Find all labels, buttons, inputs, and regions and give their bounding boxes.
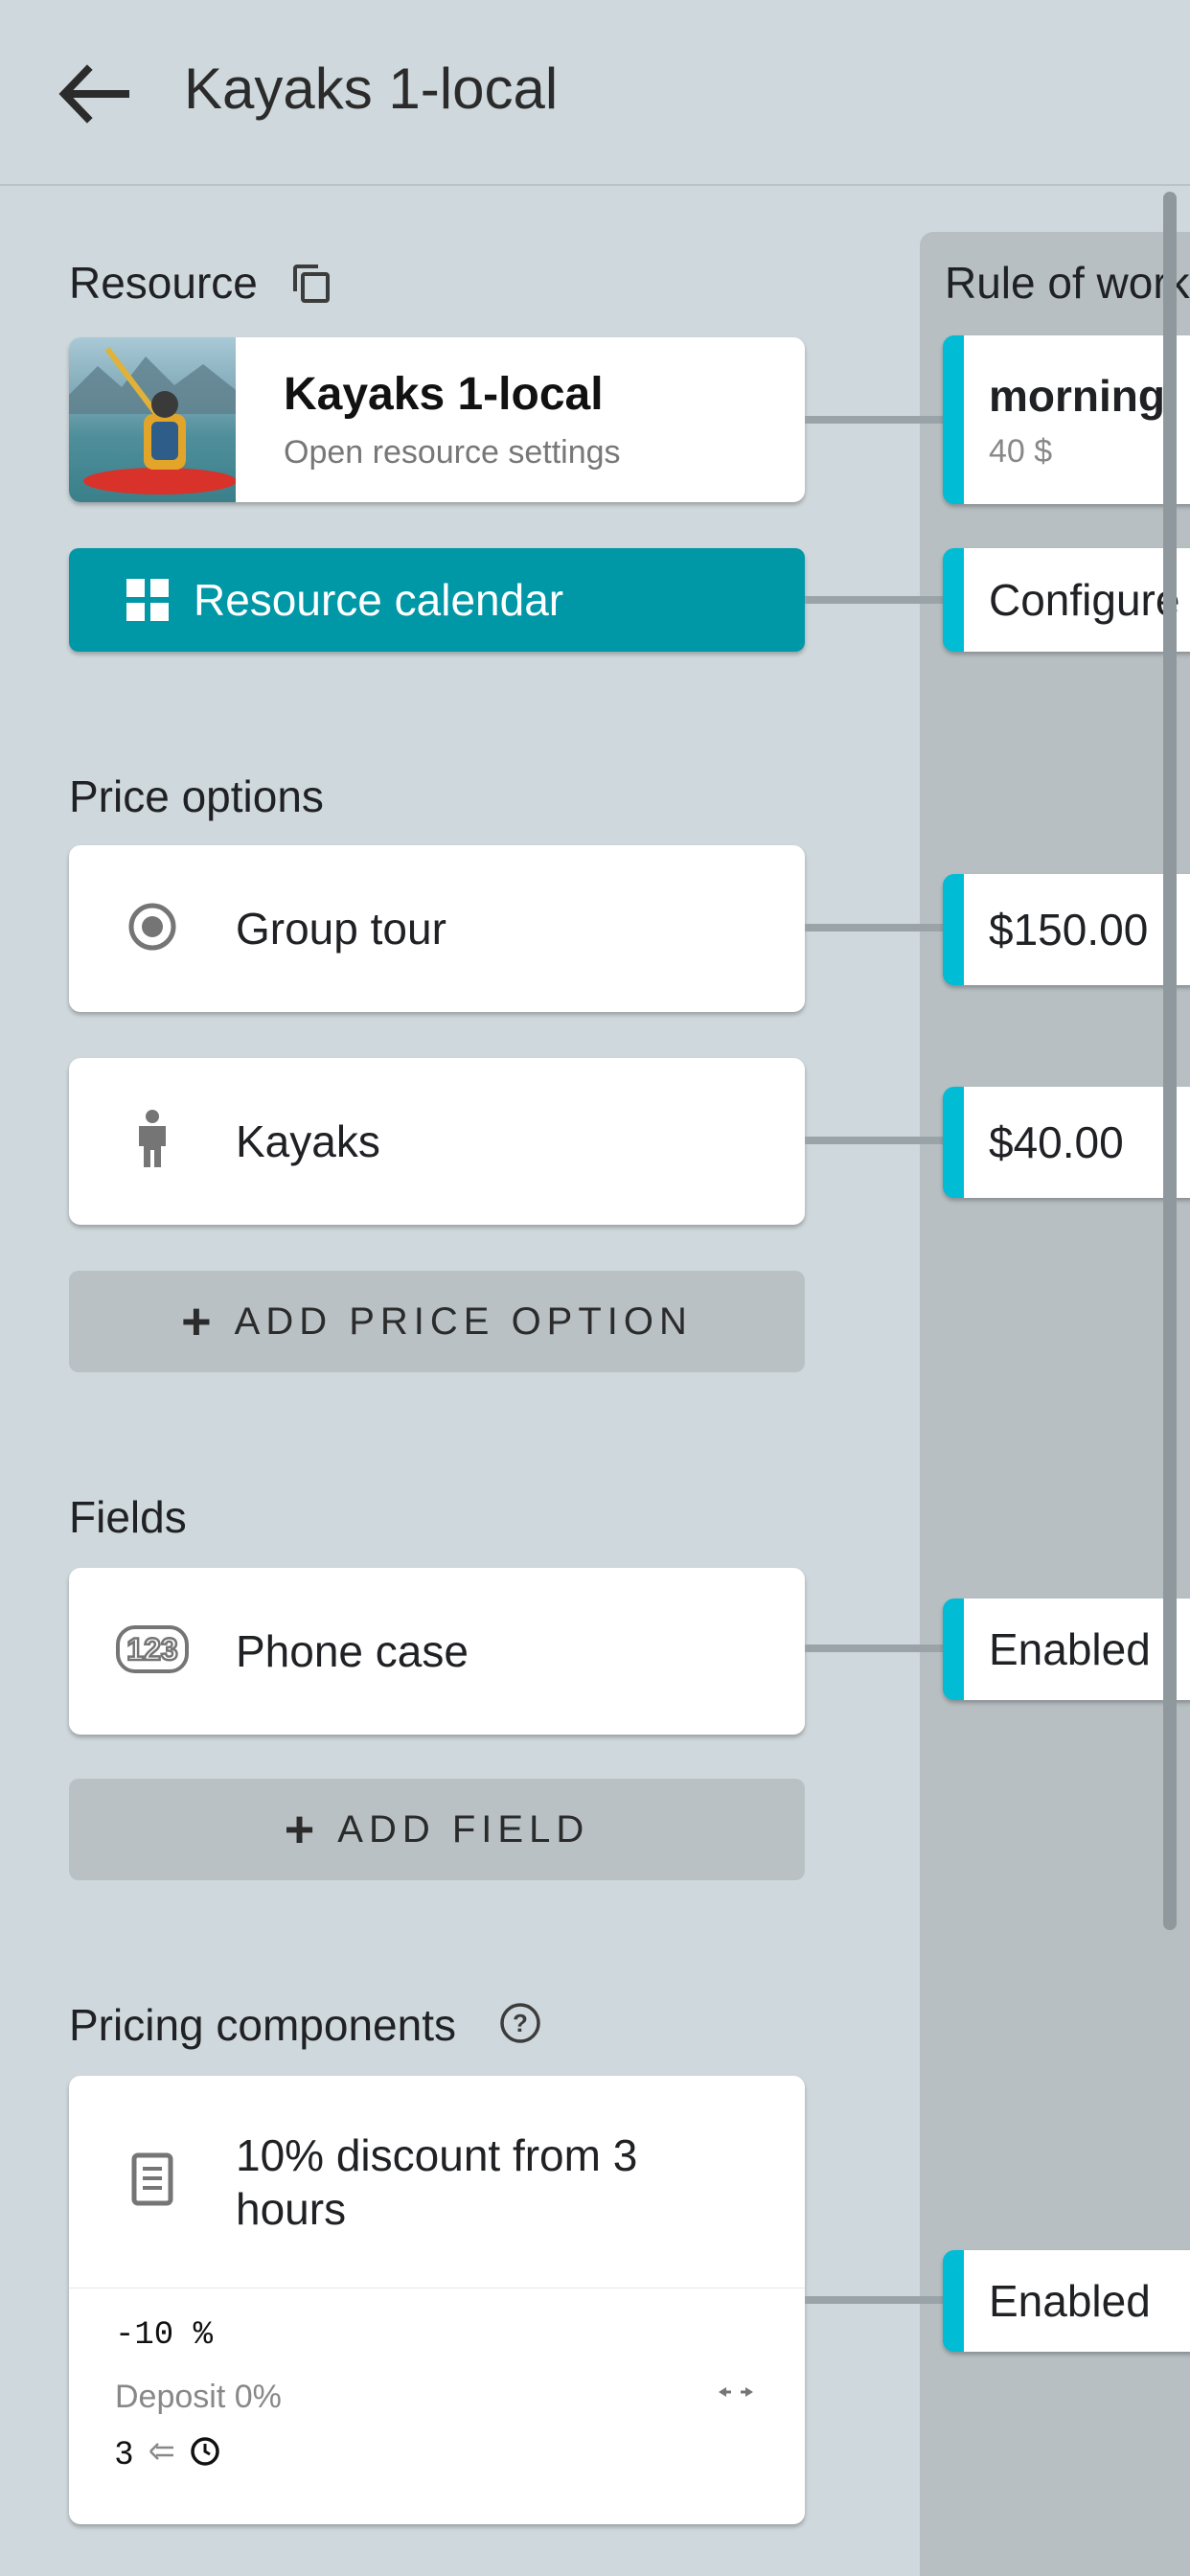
connector-line	[805, 924, 945, 932]
copy-icon[interactable]	[287, 259, 335, 307]
person-icon	[133, 1109, 172, 1174]
plus-icon: +	[181, 1293, 212, 1350]
rule-card-title: morning	[989, 371, 1165, 421]
rule-card-morning[interactable]: morning 40 $	[943, 335, 1190, 504]
connector-line	[805, 1644, 945, 1652]
grid-icon	[125, 577, 171, 623]
price-option-kayaks[interactable]: Kayaks	[69, 1058, 805, 1225]
rule-card-subtitle: 40 $	[989, 433, 1053, 470]
resource-calendar-button[interactable]: Resource calendar	[69, 548, 805, 652]
svg-text:?: ?	[513, 2009, 528, 2037]
rule-panel-title: Rule of work	[945, 258, 1190, 308]
pricing-component-card[interactable]: 10% discount from 3 hours -10 % Deposit …	[69, 2076, 805, 2524]
pricing-components-label: Pricing components	[69, 2000, 456, 2050]
add-price-option-label: ADD PRICE OPTION	[234, 1300, 693, 1343]
rule-card-title: Configure	[989, 575, 1180, 625]
connector-line	[805, 2296, 945, 2304]
rule-card-field[interactable]: Enabled	[943, 1598, 1190, 1700]
document-icon	[131, 2152, 173, 2211]
back-button[interactable]	[50, 58, 136, 134]
numeric-123-icon: 123	[116, 1624, 189, 1678]
resource-calendar-label: Resource calendar	[194, 575, 564, 625]
condition-value: 3	[115, 2435, 133, 2472]
rule-card-price-kayaks[interactable]: $40.00	[943, 1087, 1190, 1198]
connector-line	[805, 416, 945, 424]
top-app-bar: Kayaks 1-local	[0, 0, 1190, 186]
plus-icon: +	[284, 1801, 315, 1858]
price-option-label: Group tour	[236, 904, 446, 954]
connector-line	[805, 596, 945, 604]
rule-card-configure[interactable]: Configure	[943, 548, 1190, 652]
add-field-label: ADD FIELD	[337, 1807, 590, 1851]
rule-card-price-group[interactable]: $150.00	[943, 874, 1190, 985]
add-price-option-button[interactable]: + ADD PRICE OPTION	[69, 1271, 805, 1372]
clock-icon	[189, 2435, 221, 2472]
page-title: Kayaks 1-local	[184, 57, 559, 121]
connector-line	[805, 1137, 945, 1144]
add-field-button[interactable]: + ADD FIELD	[69, 1779, 805, 1880]
rule-card-pricing[interactable]: Enabled	[943, 2250, 1190, 2352]
pricing-component-title: 10% discount from 3 hours	[236, 2129, 638, 2234]
resource-card-subtitle: Open resource settings	[284, 434, 621, 471]
resource-card[interactable]: Kayaks 1-local Open resource settings	[69, 337, 805, 502]
scrollbar[interactable]	[1163, 192, 1177, 1930]
price-option-group-tour[interactable]: Group tour	[69, 845, 805, 1012]
help-circle-icon[interactable]: ?	[498, 2001, 542, 2045]
svg-text:123: 123	[126, 1632, 177, 1667]
pricing-component-value: -10 %	[115, 2317, 214, 2354]
pricing-component-deposit: Deposit 0%	[115, 2379, 282, 2415]
left-arrow-icon	[147, 2440, 175, 2468]
price-option-label: Kayaks	[236, 1116, 380, 1166]
resize-horizontal-icon	[717, 2384, 755, 2404]
rule-card-title: $150.00	[989, 905, 1149, 954]
resource-section-label: Resource	[69, 258, 258, 308]
price-options-label: Price options	[69, 771, 324, 821]
kayaker-photo	[69, 337, 236, 502]
resource-card-title: Kayaks 1-local	[284, 369, 604, 420]
rule-card-title: $40.00	[989, 1117, 1124, 1167]
arrow-left-icon	[57, 63, 130, 128]
rule-card-title: Enabled	[989, 1624, 1151, 1674]
field-label: Phone case	[236, 1626, 469, 1676]
radio-target-icon	[126, 901, 178, 957]
fields-label: Fields	[69, 1492, 187, 1542]
field-phone-case[interactable]: 123 Phone case	[69, 1568, 805, 1735]
rule-card-title: Enabled	[989, 2276, 1151, 2326]
